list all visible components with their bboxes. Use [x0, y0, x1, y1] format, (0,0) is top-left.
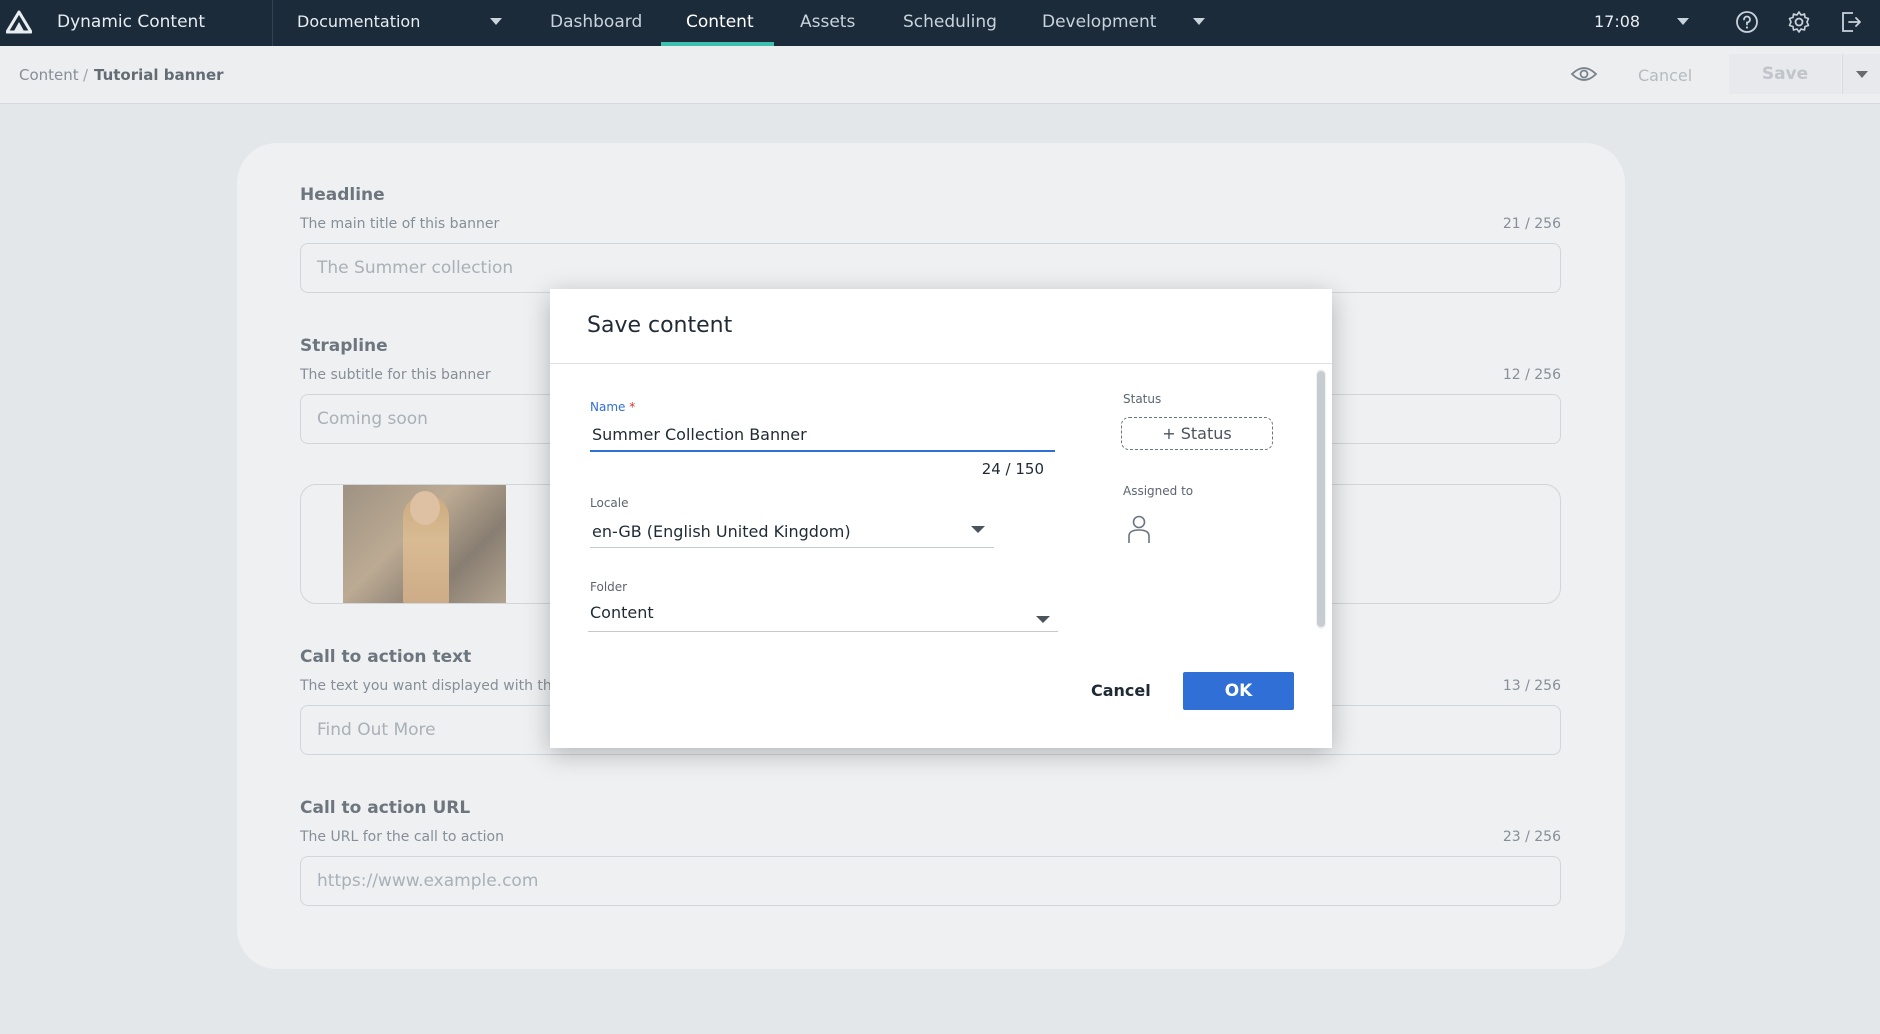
- nav-divider: [272, 0, 273, 46]
- assigned-to-label: Assigned to: [1123, 484, 1194, 498]
- locale-select[interactable]: en-GB (English United Kingdom): [592, 522, 851, 541]
- app-title: Dynamic Content: [57, 12, 205, 32]
- name-char-count: 24 / 150: [981, 460, 1044, 478]
- add-status-button[interactable]: + Status: [1121, 417, 1273, 450]
- save-content-dialog: Save content Name * Summer Collection Ba…: [550, 289, 1332, 748]
- name-input[interactable]: Summer Collection Banner: [592, 425, 807, 444]
- folder-underline: [588, 631, 1058, 632]
- locale-underline: [590, 547, 994, 548]
- folder-select[interactable]: Content: [590, 603, 654, 622]
- assignee-person-icon[interactable]: [1127, 514, 1151, 544]
- folder-field-label: Folder: [590, 580, 628, 594]
- status-label: Status: [1123, 392, 1162, 406]
- nav-content[interactable]: Content: [686, 12, 754, 32]
- nav-development[interactable]: Development: [1042, 12, 1156, 32]
- required-marker: *: [629, 400, 636, 414]
- locale-chevron-down-icon[interactable]: [971, 526, 985, 533]
- dialog-divider: [550, 363, 1332, 364]
- nav-dashboard[interactable]: Dashboard: [550, 12, 642, 32]
- folder-chevron-down-icon[interactable]: [1036, 616, 1050, 623]
- logout-icon[interactable]: [1838, 9, 1864, 35]
- help-icon[interactable]: [1734, 9, 1760, 35]
- locale-field-label: Locale: [590, 496, 629, 510]
- gear-icon[interactable]: [1786, 9, 1812, 35]
- dialog-scrollbar-thumb[interactable]: [1317, 371, 1325, 627]
- nav-scheduling[interactable]: Scheduling: [903, 12, 997, 32]
- dialog-cancel-button[interactable]: Cancel: [1091, 681, 1151, 700]
- name-field-label: Name *: [590, 400, 636, 414]
- hub-selector[interactable]: Documentation: [297, 12, 420, 31]
- nav-assets[interactable]: Assets: [800, 12, 855, 32]
- dialog-title: Save content: [587, 313, 733, 338]
- dialog-ok-button[interactable]: OK: [1183, 672, 1294, 710]
- hub-chevron-down-icon[interactable]: [490, 18, 502, 25]
- name-input-underline: [590, 450, 1055, 452]
- app-logo-icon[interactable]: [6, 10, 32, 34]
- development-chevron-down-icon[interactable]: [1193, 18, 1205, 25]
- top-nav-bar: Dynamic Content Documentation Dashboard …: [0, 0, 1880, 46]
- clock[interactable]: 17:08: [1594, 12, 1640, 31]
- clock-chevron-down-icon[interactable]: [1677, 18, 1689, 25]
